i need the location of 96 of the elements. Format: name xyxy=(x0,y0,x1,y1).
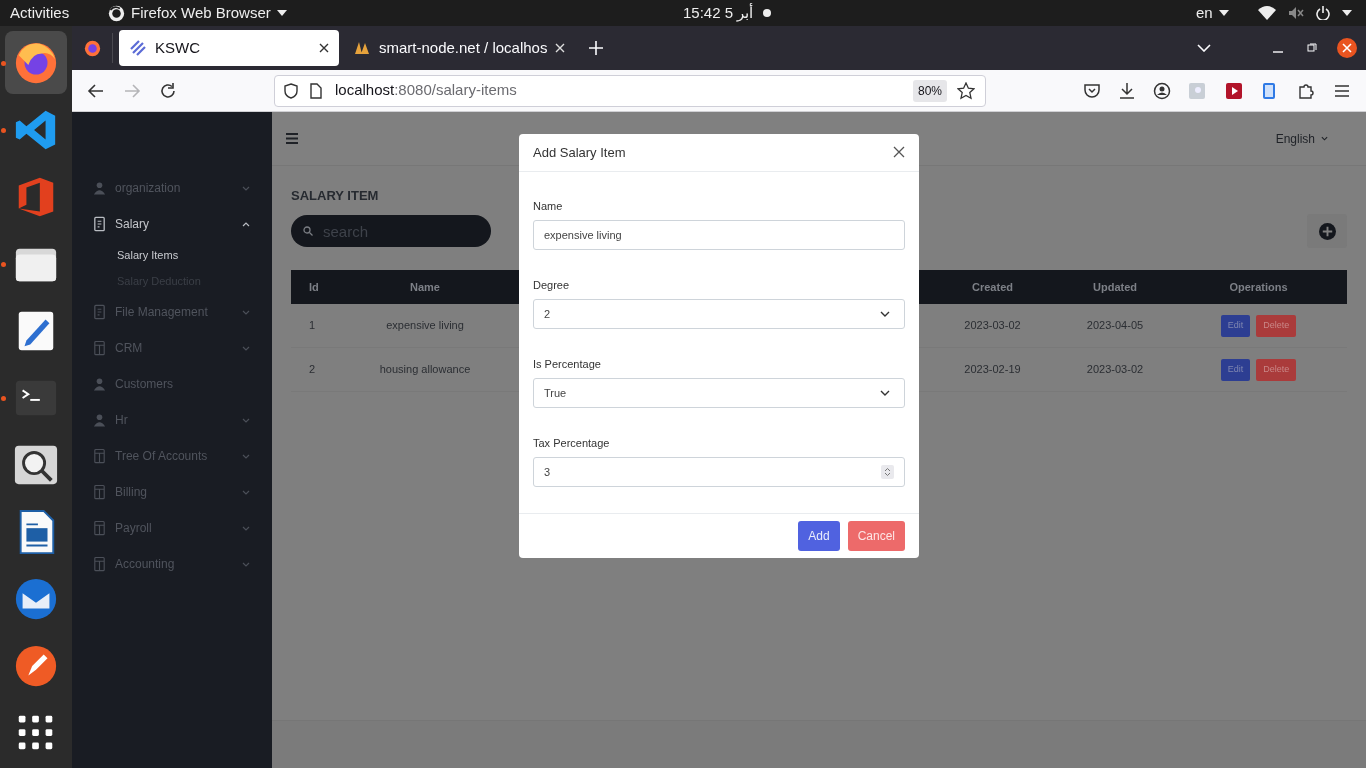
wifi-icon[interactable] xyxy=(1258,6,1276,20)
sidebar-item[interactable]: Hr xyxy=(72,402,272,438)
sidebar-item[interactable]: Payroll xyxy=(72,510,272,546)
add-button[interactable]: Add xyxy=(798,521,840,551)
reload-icon[interactable] xyxy=(159,81,177,100)
table-cell: 1 xyxy=(309,319,316,332)
cancel-button[interactable]: Cancel xyxy=(847,521,905,551)
search-icon xyxy=(303,226,313,236)
column-header: Created xyxy=(972,280,1013,293)
edit-button[interactable]: Edit xyxy=(1220,358,1251,381)
star-icon[interactable] xyxy=(957,81,975,100)
dialog-title: Add Salary Item xyxy=(533,143,627,162)
video-extension-icon[interactable] xyxy=(1225,81,1243,100)
panel-icon xyxy=(92,448,107,464)
language-selector[interactable]: English xyxy=(1275,129,1328,148)
person-icon xyxy=(92,376,107,392)
panel-icon xyxy=(92,484,107,500)
pocket-icon[interactable] xyxy=(1083,81,1101,100)
restore-icon[interactable] xyxy=(1307,43,1317,53)
caret-icon xyxy=(1218,10,1229,16)
field-label: Tax Percentage xyxy=(533,435,611,449)
muted-speaker-icon[interactable] xyxy=(1288,6,1304,20)
page-title: SALARY ITEM xyxy=(291,187,380,202)
panel-icon xyxy=(92,556,107,572)
column-header: Name xyxy=(410,280,440,293)
browser-icon xyxy=(108,4,125,22)
select-field[interactable]: 2 xyxy=(533,298,905,329)
plus-circle-icon xyxy=(1318,222,1336,240)
chevron-down-icon xyxy=(880,310,890,317)
url-bar[interactable]: localhost:8080/salary-items 80% xyxy=(274,74,986,107)
tab-title: KSWC xyxy=(155,38,200,56)
caret-icon xyxy=(1342,10,1352,16)
sailboat-icon xyxy=(353,40,371,56)
sidebar-item[interactable]: Billing xyxy=(72,474,272,510)
input-field[interactable]: expensive living xyxy=(533,219,905,250)
column-header: Operations xyxy=(1229,280,1288,293)
sidebar-item[interactable]: CRM xyxy=(72,330,272,366)
plus-icon[interactable] xyxy=(589,41,604,55)
select-field[interactable]: True xyxy=(533,377,905,408)
sidebar-item[interactable]: organization xyxy=(72,170,272,206)
puzzle-icon[interactable] xyxy=(1297,81,1315,100)
document-icon xyxy=(92,216,107,232)
account-icon[interactable] xyxy=(1153,81,1171,100)
person-icon xyxy=(92,412,107,428)
sidebar-item[interactable]: Salary xyxy=(72,206,272,242)
keyboard-layout[interactable]: en xyxy=(1196,1,1213,25)
input-field[interactable]: 3 xyxy=(533,456,905,487)
person-icon xyxy=(92,180,107,196)
table-cell: 2023-04-05 xyxy=(1086,319,1144,332)
sidebar-item[interactable]: File Management xyxy=(72,294,272,330)
app-menu[interactable]: Firefox Web Browser xyxy=(131,1,271,25)
sidebar-item[interactable]: Tree Of Accounts xyxy=(72,438,272,474)
url-text[interactable]: localhost:8080/salary-items xyxy=(335,79,913,102)
tab-title: smart-node.net / localhos xyxy=(379,38,548,56)
table-cell: expensive living xyxy=(386,319,464,332)
power-icon[interactable] xyxy=(1316,6,1330,20)
table-cell: 2023-02-19 xyxy=(964,363,1021,376)
add-button[interactable] xyxy=(1307,214,1347,248)
zoom-badge[interactable]: 80% xyxy=(912,79,947,102)
clock[interactable]: 15:42 أبر 5 xyxy=(683,1,754,25)
close-icon[interactable] xyxy=(319,43,329,53)
stripes-icon xyxy=(129,39,147,57)
chevron-down-icon[interactable] xyxy=(1197,44,1211,52)
column-header: Updated xyxy=(1093,280,1137,293)
download-icon[interactable] xyxy=(1118,81,1136,100)
sidebar-item[interactable]: Accounting xyxy=(72,546,272,582)
spinner-icon[interactable] xyxy=(881,464,894,479)
sidebar-item[interactable]: Customers xyxy=(72,366,272,402)
panel-icon xyxy=(92,520,107,536)
close-icon[interactable] xyxy=(1337,38,1357,58)
browser-tab[interactable]: smart-node.net / localhos xyxy=(343,30,576,66)
table-cell: housing allowance xyxy=(379,363,471,376)
browser-tab[interactable]: KSWC xyxy=(119,30,339,66)
chevron-down-icon xyxy=(880,389,890,396)
table-cell: 2023-03-02 xyxy=(964,319,1021,332)
field-label: Is Percentage xyxy=(533,356,602,370)
page-icon[interactable] xyxy=(309,82,323,99)
shield-icon[interactable] xyxy=(283,82,299,99)
panel-icon xyxy=(92,340,107,356)
browser-icon[interactable] xyxy=(83,39,101,57)
document-icon xyxy=(92,304,107,320)
table-cell: 2 xyxy=(309,363,316,376)
delete-button[interactable]: Delete xyxy=(1256,358,1297,381)
edit-button[interactable]: Edit xyxy=(1220,314,1251,337)
back-arrow-icon[interactable] xyxy=(87,81,105,100)
column-header: Id xyxy=(309,280,319,293)
close-icon[interactable] xyxy=(893,146,905,159)
field-label: Name xyxy=(533,198,564,212)
menu-icon[interactable] xyxy=(286,133,298,144)
activities-button[interactable]: Activities xyxy=(10,1,100,25)
field-label: Degree xyxy=(533,277,571,291)
caret-icon xyxy=(276,10,287,16)
chevron-down-icon xyxy=(1321,136,1328,141)
table-cell: 2023-03-02 xyxy=(1086,363,1144,376)
sidebar-subitem[interactable]: Salary Items xyxy=(72,242,272,268)
delete-button[interactable]: Delete xyxy=(1256,314,1297,337)
